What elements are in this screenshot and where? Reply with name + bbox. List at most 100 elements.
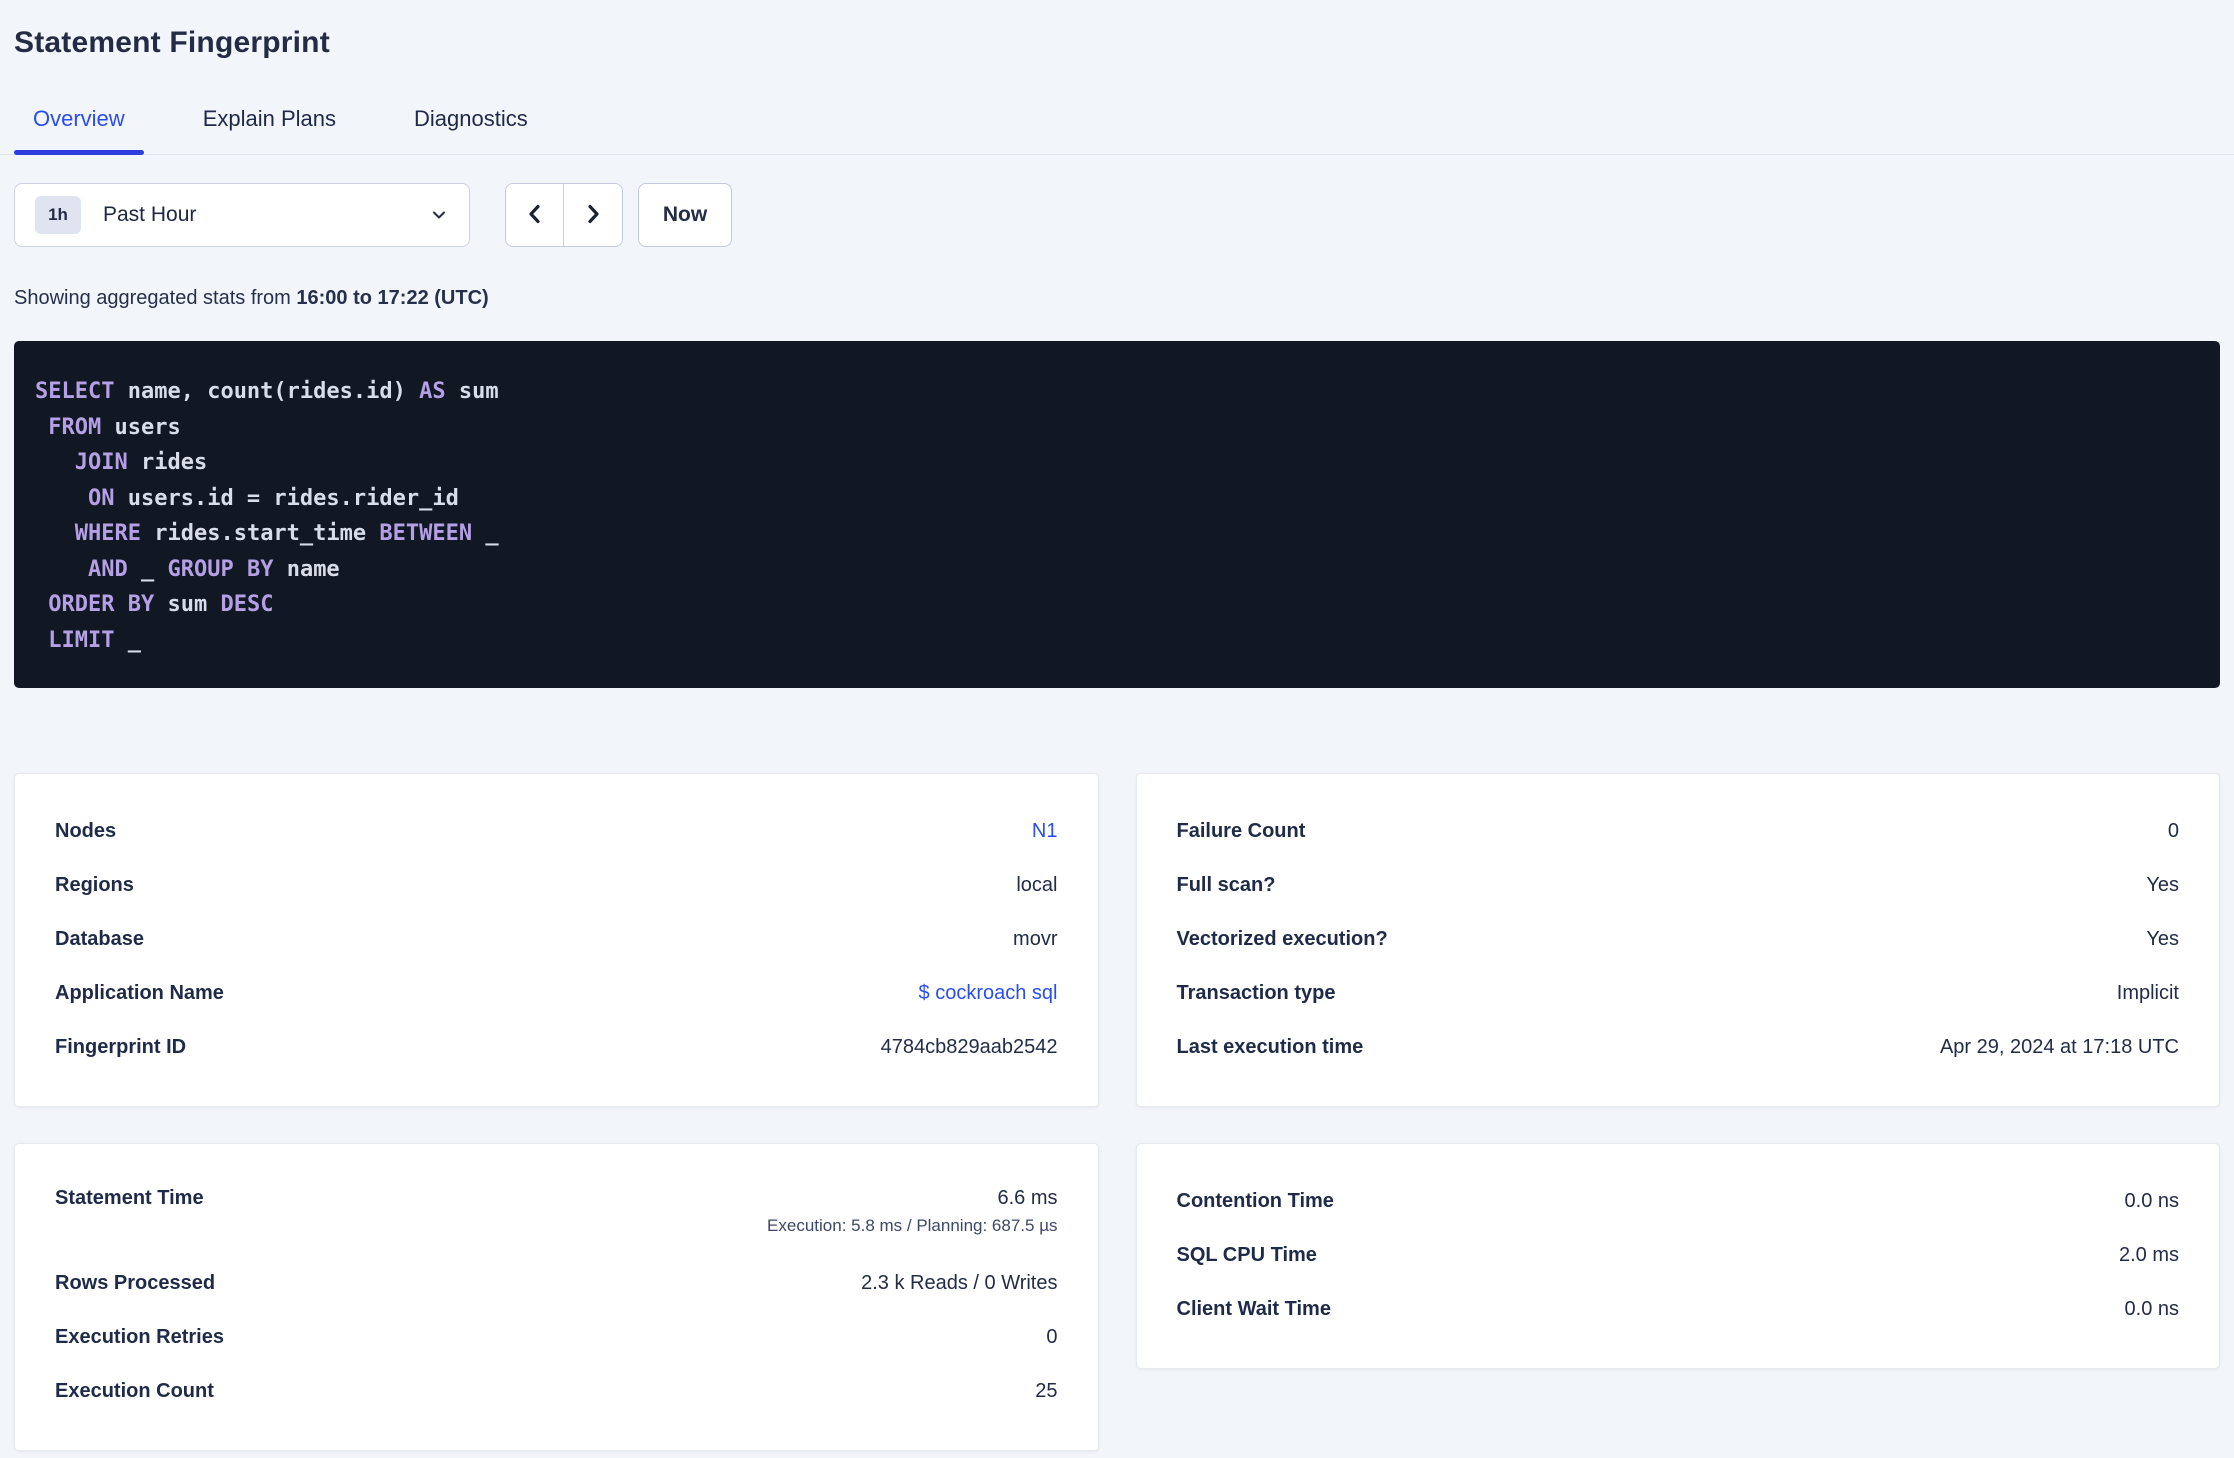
stat-subvalue: Execution: 5.8 ms / Planning: 687.5 µs: [767, 1216, 1058, 1235]
sql-line: ORDER BY sum DESC: [48, 592, 274, 617]
stat-row-fingerprint-id: Fingerprint ID 4784cb829aab2542: [55, 1020, 1058, 1074]
stat-value-wrap: 6.6 ms Execution: 5.8 ms / Planning: 687.…: [767, 1174, 1057, 1236]
stat-row-application-name: Application Name $ cockroach sql: [55, 966, 1058, 1020]
stat-value-wrap: local: [1016, 874, 1057, 897]
sql-line: FROM users: [48, 414, 181, 440]
stat-value: Yes: [2146, 927, 2179, 950]
stat-value-wrap: Apr 29, 2024 at 17:18 UTC: [1940, 1036, 2179, 1059]
stat-label: Contention Time: [1176, 1189, 1334, 1212]
stat-row-last-execution-time: Last execution time Apr 29, 2024 at 17:18…: [1177, 1020, 2180, 1074]
stat-value: 0: [1046, 1325, 1058, 1348]
stat-value-wrap: 4784cb829aab2542: [881, 1036, 1058, 1059]
stat-label: Vectorized execution?: [1176, 927, 1388, 950]
stat-label: Fingerprint ID: [55, 1035, 187, 1058]
stat-row-failure-count: Failure Count 0: [1177, 804, 2180, 858]
next-range-button[interactable]: [564, 184, 622, 246]
stat-value-wrap: $ cockroach sql: [919, 982, 1058, 1005]
page-title: Statement Fingerprint: [14, 26, 330, 59]
statement-details-card-left: Nodes N1 Regions local Database movr Applicati…: [14, 773, 1099, 1107]
tab-explain-plans[interactable]: Explain Plans: [184, 105, 355, 154]
stat-row-regions: Regions local: [55, 858, 1058, 912]
stat-value: 0.0 ns: [2124, 1297, 2179, 1320]
stat-value-wrap: N1: [1032, 820, 1058, 843]
stats-prefix: Showing aggregated stats from: [14, 287, 297, 309]
stat-value-wrap: 0.0 ns: [2125, 1298, 2179, 1321]
chevron-left-icon: [524, 203, 546, 228]
stat-label: Regions: [55, 873, 134, 896]
stat-label: Rows Processed: [55, 1271, 216, 1294]
stat-row-vectorized-execution: Vectorized execution? Yes: [1177, 912, 2180, 966]
stat-label: Nodes: [55, 819, 117, 842]
stat-label: Full scan?: [1176, 873, 1276, 896]
tab-overview[interactable]: Overview: [14, 105, 144, 155]
stat-value-wrap: Yes: [2146, 874, 2179, 897]
sql-line: ON users.id = rides.rider_id: [87, 485, 459, 511]
sql-line: AND _ GROUP BY name: [87, 556, 340, 582]
stat-label: Database: [55, 927, 144, 950]
sql-line: LIMIT _: [48, 627, 141, 653]
stat-row-nodes: Nodes N1: [55, 804, 1058, 858]
stat-value: Yes: [2146, 873, 2179, 896]
stat-value: movr: [1013, 927, 1058, 950]
stats-range: 16:00 to 17:22 (UTC): [296, 287, 489, 309]
stat-row-contention-time: Contention Time 0.0 ns: [1177, 1174, 2180, 1228]
chevron-right-icon: [582, 203, 604, 228]
stat-label: Transaction type: [1176, 981, 1336, 1004]
stat-label: Execution Retries: [55, 1325, 224, 1348]
stat-value: Apr 29, 2024 at 17:18 UTC: [1939, 1035, 2179, 1058]
time-step-buttons: [505, 183, 623, 247]
time-range-badge: 1h: [35, 196, 81, 234]
sql-line: WHERE rides.start_time BETWEEN _: [74, 521, 499, 546]
now-button[interactable]: Now: [638, 183, 732, 247]
stat-label: Failure Count: [1176, 819, 1306, 842]
stat-value-wrap: Implicit: [2117, 982, 2179, 1005]
stat-row-sql-cpu-time: SQL CPU Time 2.0 ms: [1177, 1228, 2180, 1282]
previous-range-button[interactable]: [506, 184, 564, 246]
stat-value-wrap: movr: [1013, 928, 1057, 951]
chevron-down-icon: [429, 205, 449, 225]
stat-value-link[interactable]: $ cockroach sql: [919, 982, 1058, 1005]
stat-row-statement-time: Statement Time 6.6 ms Execution: 5.8 ms / …: [55, 1174, 1058, 1256]
tab-bar: Overview Explain Plans Diagnostics: [0, 105, 2234, 155]
stat-row-database: Database movr: [55, 912, 1058, 966]
stat-value-wrap: 25: [1035, 1380, 1057, 1403]
stat-row-full-scan: Full scan? Yes: [1177, 858, 2180, 912]
stat-label: Client Wait Time: [1176, 1297, 1331, 1320]
stat-label: Statement Time: [55, 1187, 204, 1209]
time-range-picker[interactable]: 1h Past Hour: [14, 183, 470, 247]
stat-label: Execution Count: [55, 1379, 214, 1402]
sql-line: JOIN rides: [74, 450, 208, 475]
stat-value: 0.0 ns: [2124, 1189, 2179, 1212]
stat-value: 2.3 k Reads / 0 Writes: [861, 1271, 1058, 1294]
stat-row-execution-count: Execution Count 25: [55, 1364, 1058, 1418]
stat-value: Implicit: [2116, 981, 2179, 1004]
stat-row-client-wait-time: Client Wait Time 0.0 ns: [1177, 1282, 2180, 1336]
stat-value: 25: [1035, 1379, 1058, 1402]
sql-line: SELECT name, count(rides.id) AS sum: [35, 379, 499, 404]
time-controls: 1h Past Hour Now: [14, 183, 2220, 247]
stat-value-wrap: 0.0 ns: [2125, 1190, 2179, 1213]
stat-value: 0: [2167, 819, 2179, 842]
statement-details-card-right: Failure Count 0 Full scan? Yes Vectorized ex…: [1135, 773, 2220, 1107]
aggregated-stats-text: Showing aggregated stats from 16:00 to 1…: [14, 287, 2220, 310]
time-range-label: Past Hour: [103, 203, 197, 226]
statement-timing-card-left: Statement Time 6.6 ms Execution: 5.8 ms / …: [14, 1143, 1099, 1451]
stat-value-wrap: 0: [2168, 820, 2179, 843]
stat-value-link[interactable]: N1: [1032, 820, 1058, 843]
stat-value-wrap: 0: [1046, 1326, 1057, 1349]
stat-value-wrap: 2.3 k Reads / 0 Writes: [861, 1272, 1057, 1295]
stat-value: 6.6 ms: [997, 1187, 1058, 1209]
stat-label: Last execution time: [1176, 1035, 1364, 1058]
statement-timing-card-right: Contention Time 0.0 ns SQL CPU Time 2.0 ms C…: [1135, 1143, 2220, 1369]
stat-value-wrap: Yes: [2146, 928, 2179, 951]
stat-value: 2.0 ms: [2118, 1243, 2179, 1266]
stats-cards: Nodes N1 Regions local Database movr Applicati…: [14, 773, 2220, 1451]
stat-row-rows-processed: Rows Processed 2.3 k Reads / 0 Writes: [55, 1256, 1058, 1310]
stat-value: 4784cb829aab2542: [880, 1035, 1058, 1058]
stat-value: local: [1016, 873, 1058, 896]
sql-statement-box: SELECT name, count(rides.id) AS sum FROM…: [14, 341, 2220, 688]
stat-row-transaction-type: Transaction type Implicit: [1177, 966, 2180, 1020]
stat-value-wrap: 2.0 ms: [2119, 1244, 2179, 1267]
stat-label: SQL CPU Time: [1176, 1243, 1317, 1266]
tab-diagnostics[interactable]: Diagnostics: [395, 105, 547, 154]
